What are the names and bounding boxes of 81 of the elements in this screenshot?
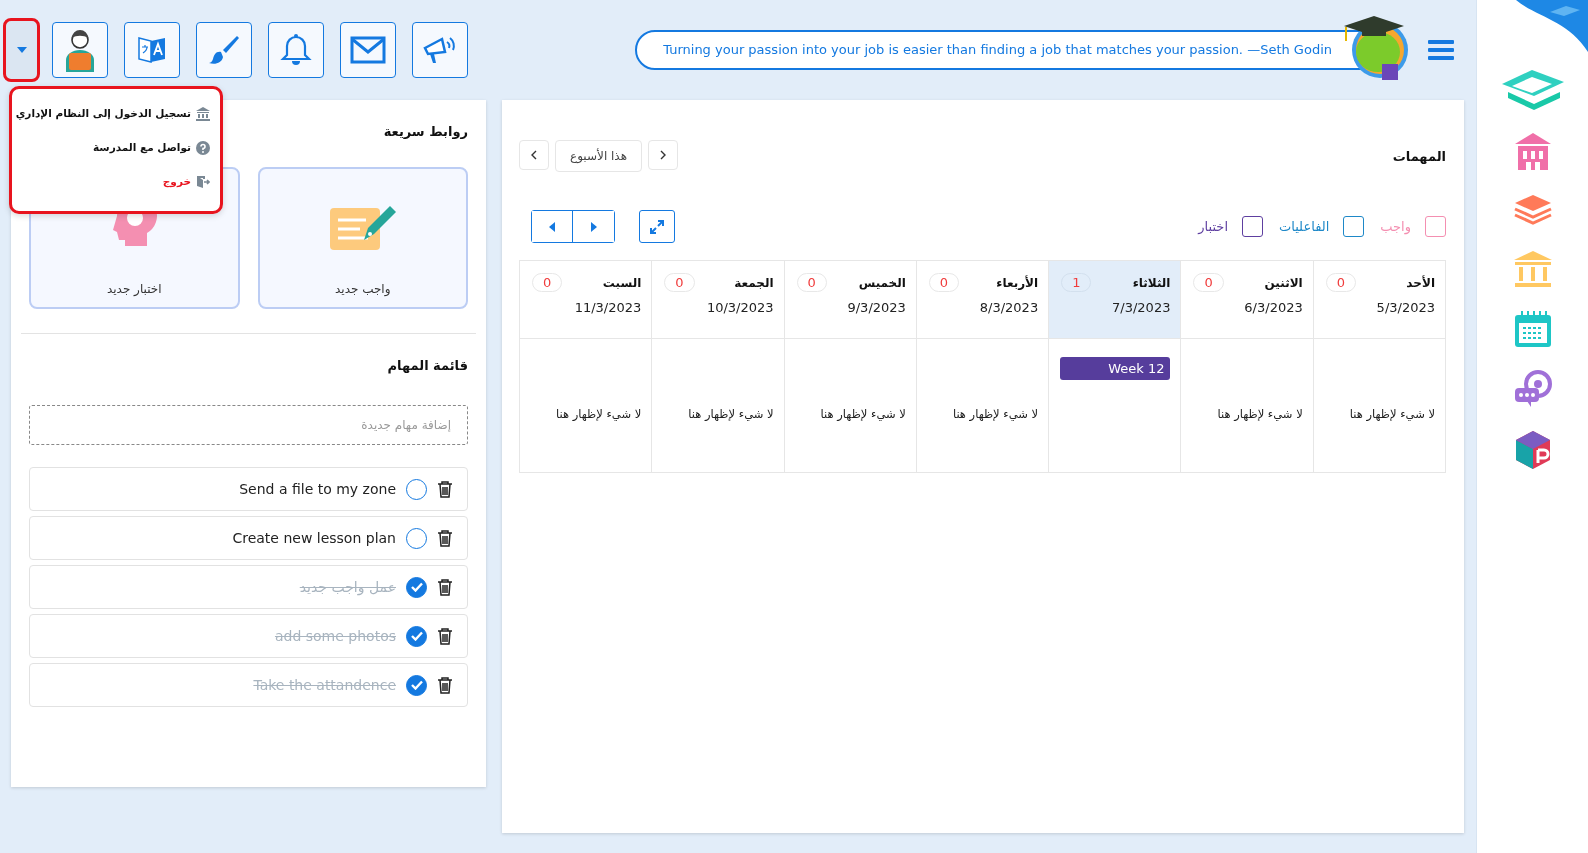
help-icon [196,140,210,155]
empty-message: لا شيء لإظهار هنا [555,407,642,421]
menu-item[interactable]: تسجيل الدخول إلى النظام الإداري [18,105,210,122]
task-checkbox[interactable] [406,625,427,647]
section-title: روابط سريعة [382,123,468,141]
day-date: 10/3/2023 [705,300,774,315]
empty-message: لا شيء لإظهار هنا [1216,407,1303,421]
task-text: Create new lesson plan [232,530,396,546]
filter-checkbox[interactable]: اختبار [1198,216,1263,237]
day-name: السبت [602,275,642,290]
day-name: الأربعاء [996,275,1039,290]
calendar-icon[interactable] [1513,310,1552,348]
day-date: 5/3/2023 [1375,300,1435,315]
empty-message: لا شيء لإظهار هنا [951,407,1039,421]
day-date: 6/3/2023 [1243,300,1303,315]
count-label: 0 [543,275,552,290]
trash-icon[interactable] [437,676,453,694]
trash-icon[interactable] [437,529,453,547]
trash-icon[interactable] [437,578,453,596]
day-date: 11/3/2023 [573,300,642,315]
day-name: الاثنين [1264,275,1303,290]
envelope-icon [350,36,386,64]
task-text: add some photos [274,628,396,644]
checkmark-icon [410,582,423,592]
caret-icon [15,46,28,54]
expand-icon [650,219,664,234]
count-label: 0 [675,275,684,290]
day-name: الخميس [858,275,906,290]
checkmark-icon [410,631,423,641]
previous-week-button[interactable] [519,140,549,170]
task-checkbox[interactable] [406,674,427,696]
empty-message: لا شيء لإظهار هنا [687,407,774,421]
day-name: الجمعة [734,275,774,290]
cube-icon[interactable] [1513,430,1552,470]
exit-door-icon [196,174,210,189]
chevron-right-icon [659,150,667,160]
notifications-button[interactable] [268,22,324,78]
count-label: 0 [939,275,949,290]
checkmark-icon [410,680,423,690]
task-checkbox[interactable] [406,576,427,598]
count-label: 0 [1336,275,1345,290]
bell-icon [280,33,312,67]
task-text: Send a file to my zone [239,481,396,497]
section-title: المهمات [1392,148,1446,164]
count-label: 0 [1204,275,1213,290]
triangle-right-icon [590,221,597,232]
previous-button[interactable] [532,211,573,242]
menu-item[interactable]: تواصل مع المدرسة [18,139,210,156]
count-label: 1 [1072,275,1081,290]
task-text: Take the attandence [253,677,396,693]
trash-icon[interactable] [437,480,453,498]
new-task-field[interactable]: إضافة مهام جديدة [29,405,468,445]
day-name: الأحد [1406,275,1435,290]
chevron-left-icon [530,150,538,160]
translate-button[interactable] [124,22,180,78]
announcements-button[interactable] [412,22,468,78]
section-title: قائمة المهام [386,357,468,376]
task-text: عمل واجب جديد [299,579,396,595]
expand-button[interactable] [639,210,675,243]
day-date: 9/3/2023 [846,300,906,315]
event-chip[interactable]: Week 12 [1060,357,1171,380]
chat-icon[interactable] [1513,370,1552,408]
profile-button[interactable] [52,22,108,78]
trash-icon[interactable] [437,627,453,645]
filter-checkbox[interactable]: الفاعليات [1279,216,1365,237]
this-week-button[interactable]: هذا الأسبوع [555,140,642,172]
mail-button[interactable] [340,22,396,78]
next-week-button[interactable] [648,140,678,170]
quick-link-card[interactable]: واجب جديد [257,167,468,309]
dropdown-button[interactable] [3,18,40,82]
day-date: 8/3/2023 [978,300,1039,315]
day-name: الثلاثاء [1132,275,1171,290]
brush-icon [207,33,241,67]
bank-icon [196,106,210,121]
empty-message: لا شيء لإظهار هنا [1348,407,1435,421]
day-date: 7/3/2023 [1111,300,1171,315]
empty-message: لا شيء لإظهار هنا [819,407,906,421]
triangle-left-icon [549,221,555,232]
brush-button[interactable] [196,22,252,78]
menu-icon[interactable] [1428,39,1454,61]
count-label: 0 [807,275,816,290]
